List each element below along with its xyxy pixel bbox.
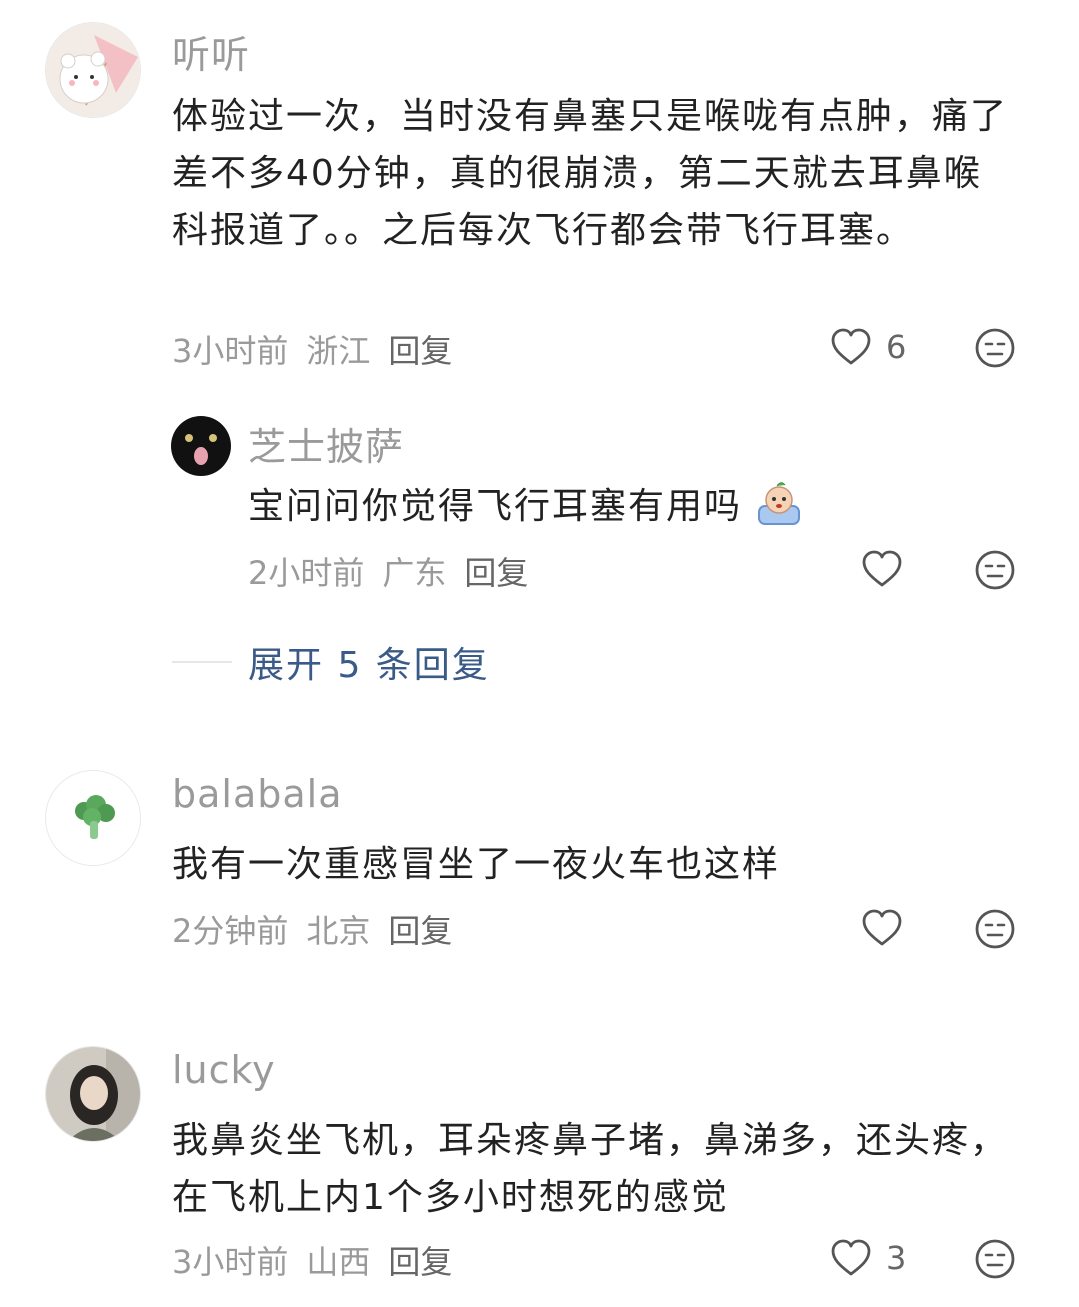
- like-button[interactable]: 3: [830, 1238, 906, 1278]
- reply-text-content: 宝问问你觉得飞行耳塞有用吗: [248, 486, 743, 527]
- like-button[interactable]: [861, 549, 903, 589]
- dislike-button[interactable]: [974, 327, 1016, 373]
- comment-text: 我鼻炎坐飞机，耳朵疼鼻子堵，鼻涕多，还头疼，在飞机上内1个多小时想死的感觉: [172, 1120, 1009, 1218]
- expand-replies[interactable]: 展开 5 条回复: [172, 636, 490, 688]
- meh-face-icon: [975, 1239, 1015, 1279]
- heart-icon: [831, 1239, 871, 1276]
- reply-avatar[interactable]: [171, 416, 231, 476]
- reply-text: 宝问问你觉得飞行耳塞有用吗: [248, 478, 1008, 535]
- divider: [172, 661, 232, 663]
- heart-icon: [862, 909, 902, 946]
- heart-icon: [831, 328, 871, 365]
- user-avatar[interactable]: [45, 770, 141, 866]
- meh-face-icon: [975, 909, 1015, 949]
- crying-face-emoji: [758, 482, 801, 525]
- like-count: 6: [886, 328, 907, 366]
- comment-text: 体验过一次，当时没有鼻塞只是喉咙有点肿，痛了差不多40分钟，真的很崩溃，第二天就…: [172, 96, 1009, 251]
- comment-location: 山西: [306, 1243, 371, 1281]
- comment-text: 我有一次重感冒坐了一夜火车也这样: [172, 844, 781, 885]
- comment-meta: 3小时前 浙江 回复: [172, 326, 470, 372]
- like-count: 3: [886, 1239, 907, 1277]
- comment-username[interactable]: balabala: [172, 772, 343, 816]
- dislike-button[interactable]: [974, 549, 1016, 595]
- comment-time: 2分钟前: [172, 912, 289, 950]
- comment-username[interactable]: lucky: [172, 1048, 276, 1092]
- comment-username[interactable]: 听听: [172, 24, 250, 79]
- user-avatar[interactable]: [45, 22, 141, 118]
- reply-button[interactable]: 回复: [464, 554, 528, 592]
- reply-time: 2小时前: [248, 554, 365, 592]
- like-button[interactable]: 6: [830, 327, 906, 367]
- comment-location: 北京: [306, 912, 371, 950]
- dislike-button[interactable]: [974, 908, 1016, 954]
- dislike-button[interactable]: [974, 1238, 1016, 1284]
- comment-time: 3小时前: [172, 332, 289, 370]
- user-avatar[interactable]: [45, 1046, 141, 1142]
- comment-meta: 2分钟前 北京 回复: [172, 906, 470, 952]
- comment-time: 3小时前: [172, 1243, 289, 1281]
- reply-button[interactable]: 回复: [388, 912, 452, 950]
- reply-meta: 2小时前 广东 回复: [248, 548, 546, 594]
- reply-username[interactable]: 芝士披萨: [248, 416, 404, 471]
- like-button[interactable]: [861, 908, 903, 948]
- reply-button[interactable]: 回复: [388, 1243, 452, 1281]
- meh-face-icon: [975, 328, 1015, 368]
- meh-face-icon: [975, 550, 1015, 590]
- expand-replies-label[interactable]: 展开 5 条回复: [248, 636, 490, 688]
- comment-meta: 3小时前 山西 回复: [172, 1237, 470, 1283]
- reply-button[interactable]: 回复: [388, 332, 452, 370]
- reply-location: 广东: [382, 554, 447, 592]
- heart-icon: [862, 550, 902, 587]
- comment-location: 浙江: [306, 332, 371, 370]
